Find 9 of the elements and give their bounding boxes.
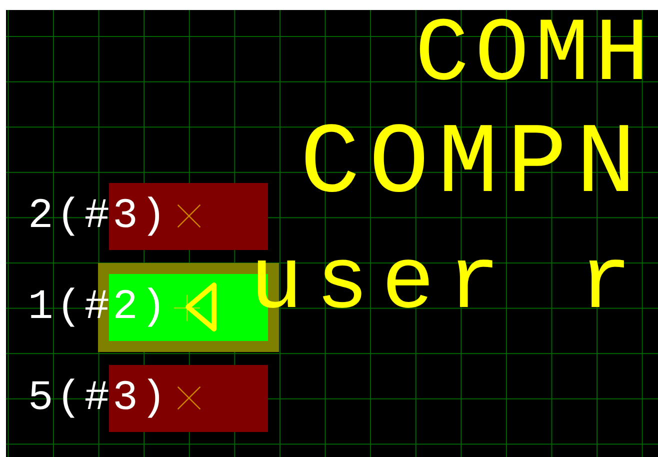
plus-mark-icon <box>173 294 201 322</box>
cross-mark-icon <box>175 202 203 230</box>
pad-label: 2(#3) <box>28 195 170 237</box>
pad-label: 5(#3) <box>28 377 170 419</box>
silkscreen-text: COMPN <box>300 123 646 208</box>
silkscreen-text: user r <box>250 254 645 316</box>
triangle-marker-icon <box>185 282 217 332</box>
silkscreen-text: COMH <box>415 18 656 94</box>
cross-mark-icon <box>175 384 203 412</box>
